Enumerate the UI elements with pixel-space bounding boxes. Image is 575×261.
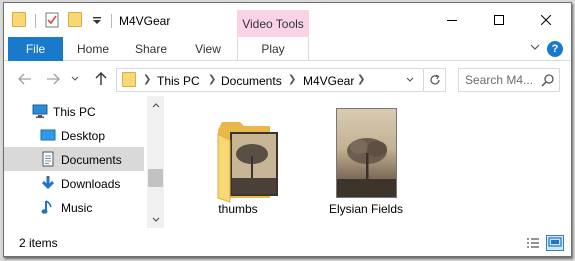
address-bar[interactable]: ❯ This PC ❯ Documents ❯ M4VGear ❯ xyxy=(116,68,446,92)
nav-item-label: Downloads xyxy=(61,177,121,191)
nav-pane-scrollbar[interactable] xyxy=(147,96,164,228)
title-bar: M4VGear Video Tools xyxy=(4,3,571,38)
toolbar-separator xyxy=(35,14,36,28)
breadcrumb-this-pc[interactable]: This PC xyxy=(157,74,200,88)
recent-locations-button[interactable] xyxy=(69,70,81,88)
folder-item-thumbs[interactable]: thumbs xyxy=(188,102,288,224)
chevron-right-icon[interactable]: ❯ xyxy=(288,74,296,85)
chevron-right-icon[interactable]: ❯ xyxy=(357,74,365,85)
tab-file[interactable]: File xyxy=(8,37,63,61)
refresh-button[interactable] xyxy=(423,69,445,91)
desktop-icon xyxy=(40,127,56,143)
chevron-down-icon xyxy=(152,217,159,222)
file-name: thumbs xyxy=(218,202,258,216)
large-icons-view-button[interactable] xyxy=(546,235,564,251)
up-button[interactable] xyxy=(92,70,110,88)
up-arrow-icon xyxy=(95,72,107,85)
address-dropdown-button[interactable] xyxy=(401,71,419,89)
tab-play[interactable]: Play xyxy=(237,37,309,61)
title-separator xyxy=(111,14,112,28)
close-icon xyxy=(540,15,551,25)
search-icon[interactable] xyxy=(541,73,555,90)
video-item-elysian-fields[interactable]: Elysian Fields xyxy=(316,102,416,224)
music-icon xyxy=(40,199,56,215)
folder-icon xyxy=(12,12,28,28)
file-name: Elysian Fields xyxy=(328,202,404,216)
contextual-tab-video-tools[interactable]: Video Tools xyxy=(237,10,309,38)
scroll-up-button[interactable] xyxy=(147,96,164,113)
search-box[interactable] xyxy=(458,68,560,92)
close-button[interactable] xyxy=(523,3,568,37)
chevron-down-icon[interactable] xyxy=(529,41,541,56)
folder-thumbnail-icon xyxy=(216,120,278,203)
properties-icon[interactable] xyxy=(44,12,60,28)
downloads-icon xyxy=(40,175,56,191)
new-folder-icon[interactable] xyxy=(68,12,84,28)
window-title: M4VGear xyxy=(119,14,171,28)
search-input[interactable] xyxy=(465,70,543,90)
nav-item-label: Music xyxy=(61,201,93,215)
refresh-icon xyxy=(429,74,440,85)
back-button[interactable] xyxy=(16,70,34,88)
scroll-down-button[interactable] xyxy=(147,211,164,228)
ribbon-tabs: File Home Share View Play ? xyxy=(4,37,571,61)
status-bar: 2 items xyxy=(4,232,571,256)
breadcrumb-documents[interactable]: Documents xyxy=(221,74,282,88)
back-arrow-icon xyxy=(18,73,31,85)
explorer-window: M4VGear Video Tools File Home Share View… xyxy=(3,2,572,257)
documents-icon xyxy=(40,151,56,167)
nav-item-desktop[interactable]: Desktop xyxy=(4,123,144,147)
breadcrumb-m4vgear[interactable]: M4VGear xyxy=(303,74,354,88)
details-view-icon xyxy=(527,238,539,248)
folder-icon xyxy=(122,72,136,87)
navigation-bar: ❯ This PC ❯ Documents ❯ M4VGear ❯ xyxy=(4,62,571,96)
minimize-icon xyxy=(446,20,457,21)
nav-item-label: Documents xyxy=(61,153,122,167)
details-view-button[interactable] xyxy=(524,235,542,251)
help-button[interactable]: ? xyxy=(547,41,563,57)
customize-toolbar-icon[interactable] xyxy=(92,15,106,31)
pc-icon xyxy=(32,103,48,119)
chevron-up-icon xyxy=(152,102,159,107)
tab-share[interactable]: Share xyxy=(128,37,174,61)
forward-arrow-icon xyxy=(47,73,60,85)
video-thumbnail-icon xyxy=(336,108,397,198)
nav-item-label: This PC xyxy=(53,105,96,119)
chevron-down-icon xyxy=(406,77,414,82)
file-list: thumbs Elysian Fields xyxy=(164,96,571,228)
nav-item-documents[interactable]: Documents xyxy=(4,147,144,171)
forward-button[interactable] xyxy=(44,70,62,88)
tab-view[interactable]: View xyxy=(185,37,231,61)
large-icons-view-icon xyxy=(548,237,562,247)
nav-item-downloads[interactable]: Downloads xyxy=(4,171,144,195)
maximize-icon xyxy=(493,15,504,25)
scrollbar-thumb[interactable] xyxy=(148,169,163,187)
nav-item-music[interactable]: Music xyxy=(4,195,144,219)
item-count: 2 items xyxy=(19,236,58,250)
tab-home[interactable]: Home xyxy=(70,37,116,61)
chevron-right-icon[interactable]: ❯ xyxy=(143,74,151,85)
chevron-right-icon[interactable]: ❯ xyxy=(208,74,216,85)
nav-item-this-pc[interactable]: This PC xyxy=(4,99,144,123)
minimize-button[interactable] xyxy=(429,3,474,37)
navigation-pane: This PC Desktop Documents Downloads Musi… xyxy=(4,96,164,228)
nav-item-label: Desktop xyxy=(61,129,106,143)
chevron-down-icon xyxy=(71,76,79,81)
maximize-button[interactable] xyxy=(476,3,521,37)
